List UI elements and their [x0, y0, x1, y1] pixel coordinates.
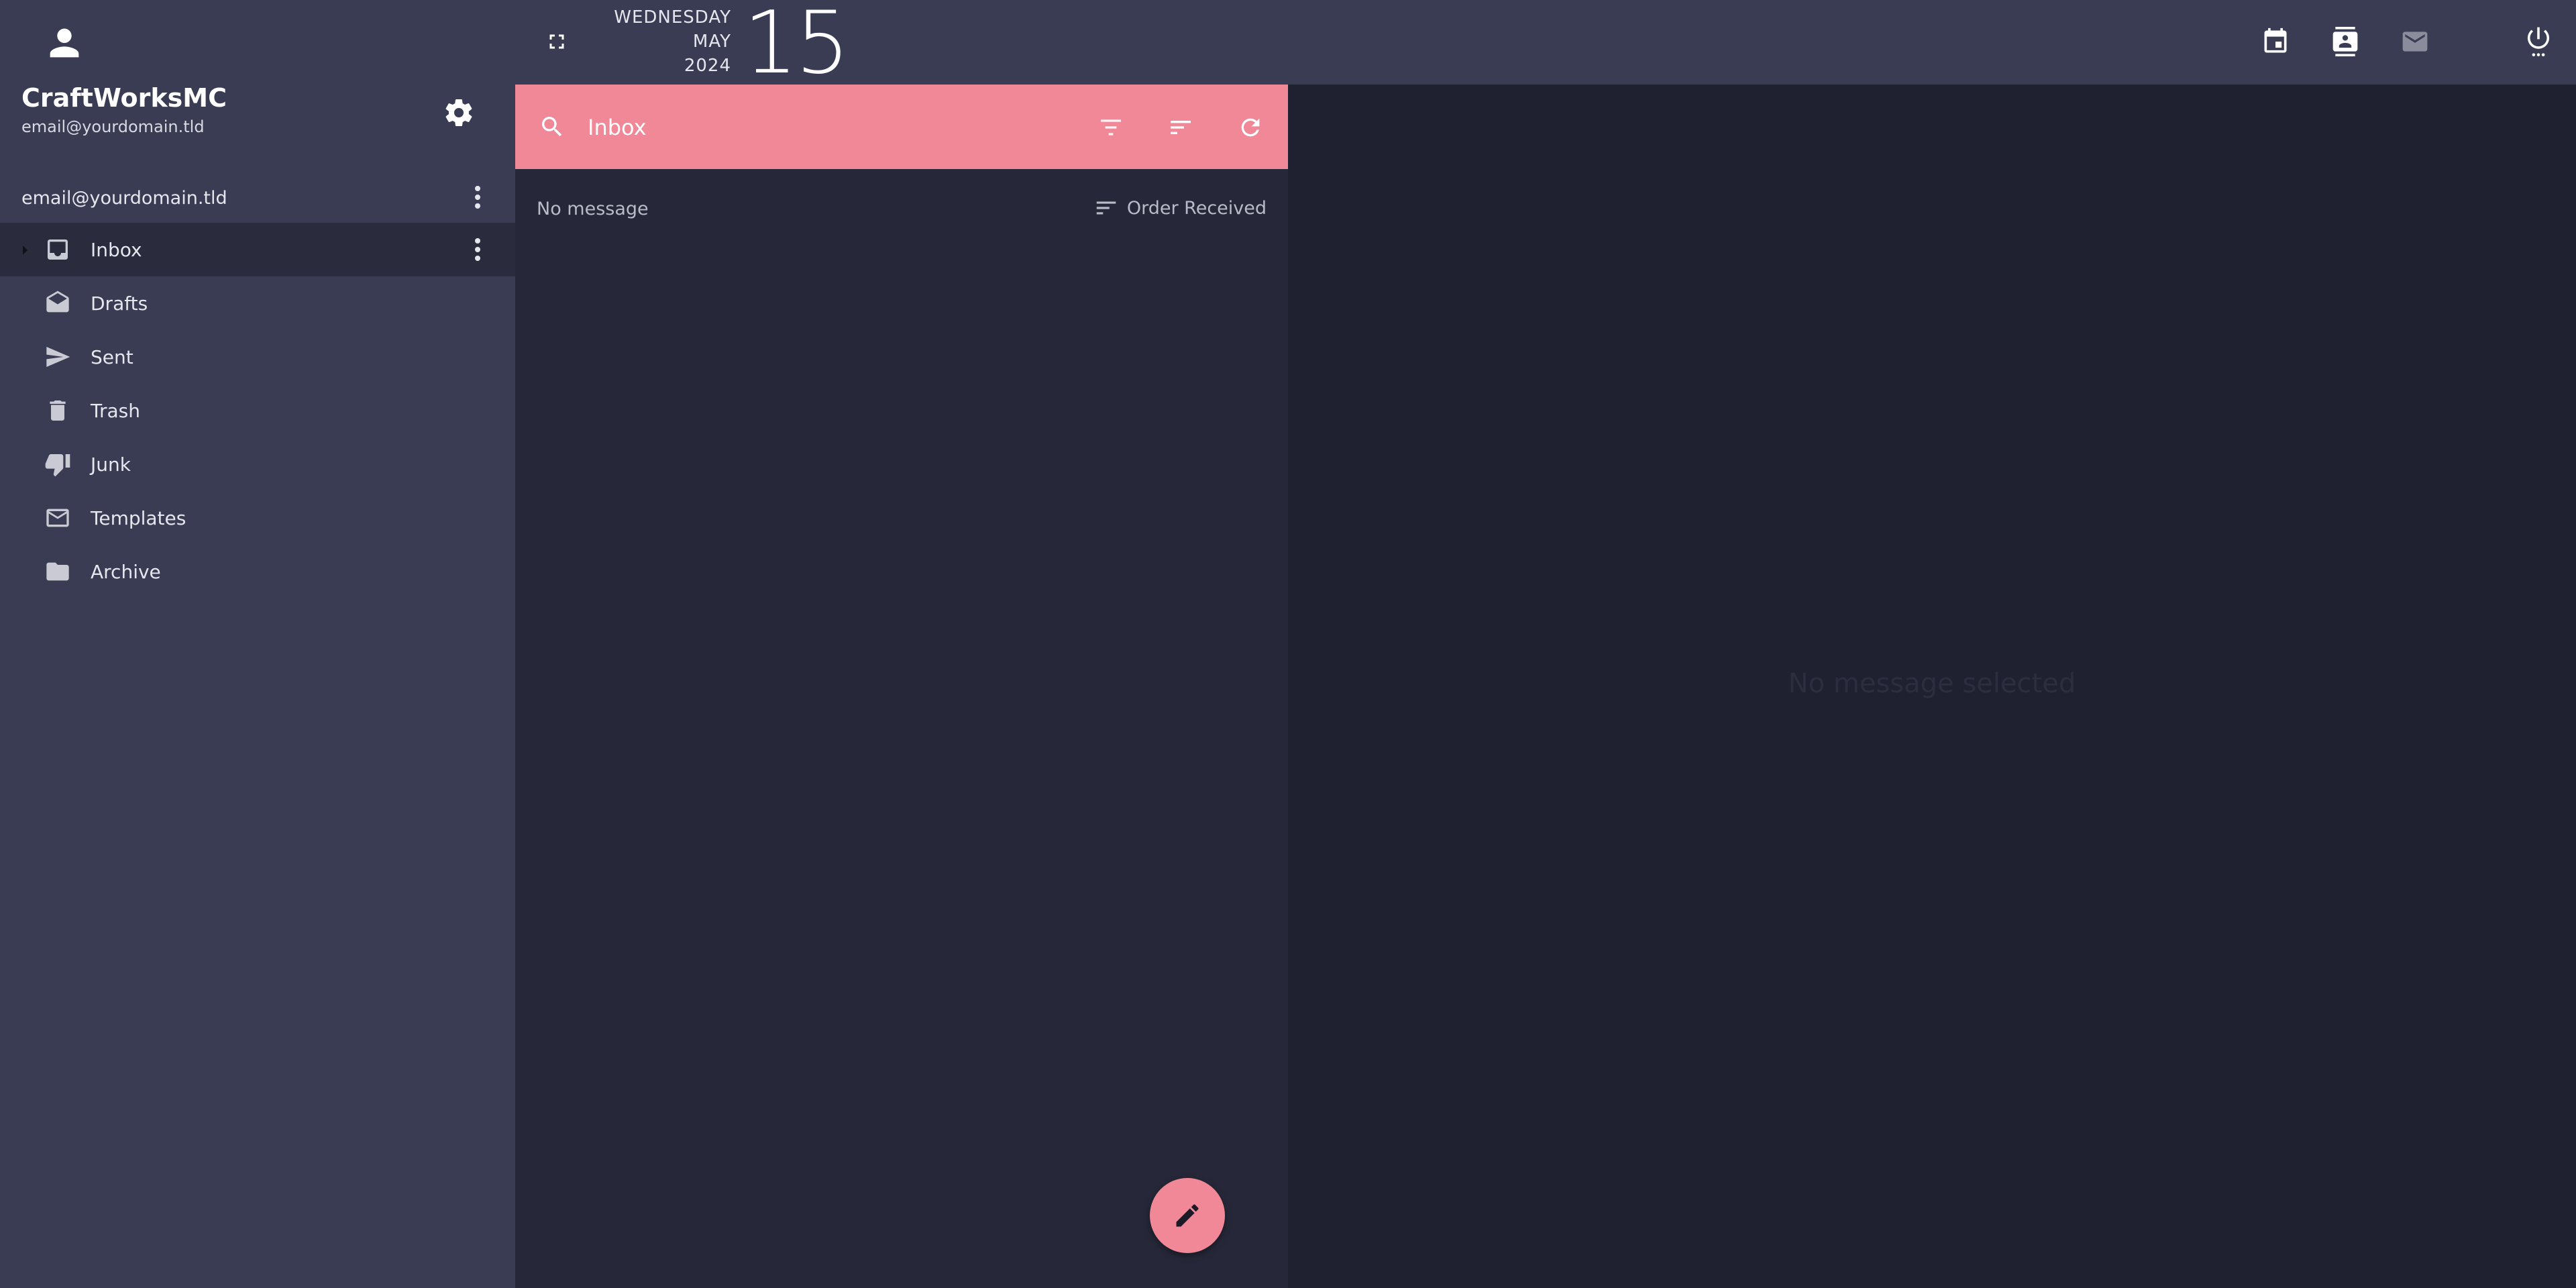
- account-row[interactable]: email@yourdomain.tld: [0, 176, 515, 219]
- sidebar: CraftWorksMC email@yourdomain.tld email@…: [0, 0, 515, 1288]
- account-menu-button[interactable]: [462, 176, 494, 219]
- account-label: email@yourdomain.tld: [21, 188, 227, 209]
- folder-label: Drafts: [91, 292, 148, 315]
- date-label: WEDNESDAY MAY 2024: [602, 5, 731, 78]
- gear-icon: [445, 99, 472, 127]
- inbox-menu-button[interactable]: [462, 228, 494, 271]
- thumb-down-icon: [43, 451, 72, 478]
- folder-label: Trash: [91, 400, 140, 422]
- date-year: 2024: [684, 56, 731, 76]
- folder-archive[interactable]: Archive: [0, 545, 515, 598]
- sort-order-button[interactable]: Order Received: [1093, 193, 1267, 223]
- mail-icon: [2402, 32, 2428, 52]
- power-button[interactable]: [2520, 23, 2557, 60]
- sort-icon: [1096, 201, 1116, 215]
- folder-label: Archive: [91, 561, 161, 583]
- folder-trash[interactable]: Trash: [0, 384, 515, 437]
- refresh-icon: [1241, 118, 1260, 137]
- sort-button[interactable]: [1163, 110, 1198, 145]
- drafts-icon: [43, 290, 72, 317]
- folder-label: Junk: [91, 453, 131, 476]
- refresh-button[interactable]: [1233, 110, 1268, 145]
- contacts-icon: [2332, 27, 2358, 56]
- folder-drafts[interactable]: Drafts: [0, 276, 515, 330]
- message-list-panel: No message Order Received: [515, 85, 1288, 1288]
- user-avatar-icon[interactable]: [43, 21, 86, 64]
- compose-button[interactable]: [1150, 1178, 1225, 1253]
- search-bar: [515, 85, 1288, 169]
- reading-pane: No message selected: [1288, 85, 2576, 1288]
- calendar-icon: [2264, 28, 2287, 53]
- top-bar: WEDNESDAY MAY 2024 15: [515, 0, 2576, 93]
- power-icon: [2527, 27, 2550, 56]
- fullscreen-button[interactable]: [542, 27, 572, 56]
- more-vert-icon: [475, 238, 480, 261]
- filter-button[interactable]: [1093, 110, 1128, 145]
- folder-inbox[interactable]: Inbox: [0, 223, 515, 276]
- folder-icon: [43, 558, 72, 585]
- mail-button[interactable]: [2396, 23, 2434, 60]
- calendar-button[interactable]: [2257, 23, 2294, 60]
- folder-label: Sent: [91, 346, 133, 368]
- list-status: No message: [537, 199, 649, 219]
- folder-sent[interactable]: Sent: [0, 330, 515, 384]
- date-month: MAY: [692, 32, 731, 52]
- empty-state-text: No message selected: [1788, 668, 2076, 699]
- folder-label: Templates: [91, 507, 186, 529]
- date-weekday: WEDNESDAY: [614, 7, 731, 28]
- user-name: CraftWorksMC: [21, 83, 227, 113]
- sort-order-label: Order Received: [1126, 197, 1267, 219]
- folder-templates[interactable]: Templates: [0, 491, 515, 545]
- inbox-icon: [43, 236, 72, 263]
- date-day: 15: [743, 0, 850, 93]
- contacts-button[interactable]: [2326, 23, 2364, 60]
- sort-icon: [1171, 121, 1191, 134]
- expand-caret-icon[interactable]: [23, 246, 28, 255]
- user-email: email@yourdomain.tld: [21, 117, 205, 136]
- folder-junk[interactable]: Junk: [0, 437, 515, 491]
- settings-button[interactable]: [440, 94, 478, 131]
- send-icon: [43, 343, 72, 370]
- search-input[interactable]: [588, 111, 1017, 144]
- search-icon[interactable]: [535, 110, 569, 144]
- more-vert-icon: [475, 186, 480, 209]
- pencil-icon: [1176, 1204, 1199, 1227]
- trash-icon: [43, 397, 72, 424]
- filter-icon: [1101, 119, 1121, 136]
- folder-label: Inbox: [91, 239, 142, 261]
- mail-outline-icon: [43, 504, 72, 531]
- fullscreen-icon: [549, 34, 564, 49]
